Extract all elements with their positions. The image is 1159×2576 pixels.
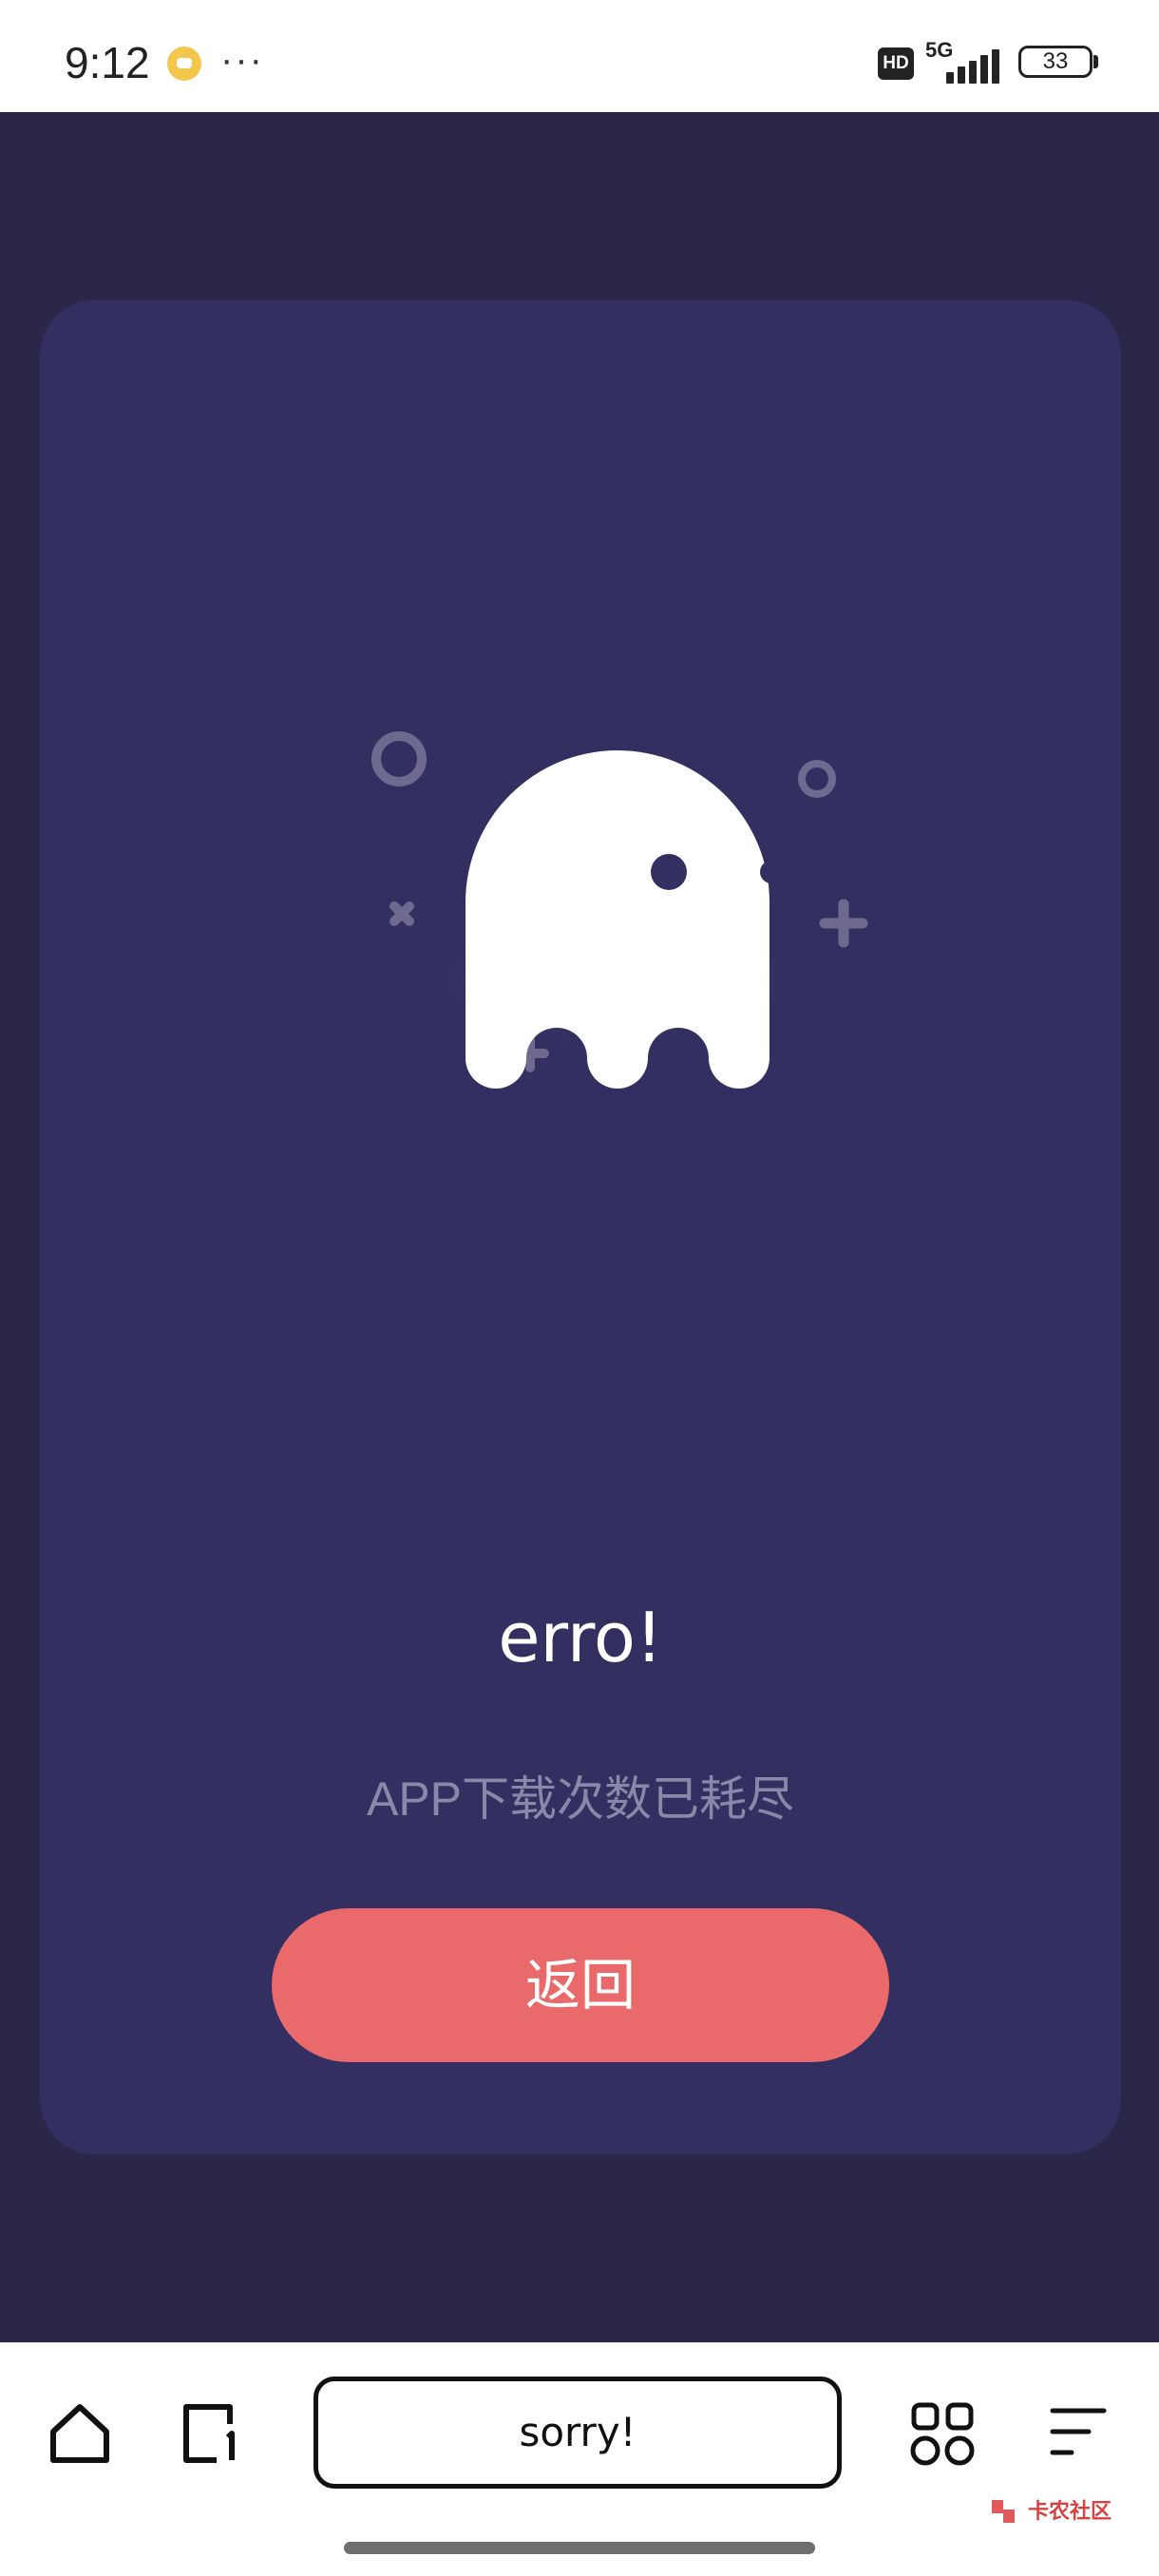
battery-icon: 33 <box>1018 46 1092 78</box>
watermark-logo: 卡农社区 <box>988 2494 1112 2532</box>
message-notification-icon <box>167 47 201 81</box>
back-button[interactable]: 返回 <box>272 1908 889 2062</box>
watermark-icon <box>992 2500 1015 2523</box>
tabs-icon[interactable] <box>179 2399 247 2468</box>
plus-decoration-icon <box>819 899 868 948</box>
ring-decoration-icon <box>371 731 427 786</box>
ring-decoration-icon <box>798 760 836 798</box>
status-bar: 9:12 ··· HD 5G 33 <box>0 0 1159 112</box>
ghost-eye <box>760 861 783 883</box>
browser-toolbar: sorry! 卡农社区 <box>0 2342 1159 2576</box>
gesture-handle[interactable] <box>344 2542 815 2554</box>
ghost-body <box>466 750 770 1089</box>
ghost-illustration <box>40 300 1121 1345</box>
more-notifications-icon: ··· <box>220 39 264 81</box>
hd-badge: HD <box>878 47 914 80</box>
apps-icon[interactable] <box>910 2401 977 2468</box>
ghost-icon <box>371 731 868 1089</box>
error-message: APP下载次数已耗尽 <box>366 1772 795 1826</box>
status-time: 9:12 <box>65 38 150 87</box>
error-title: erro! <box>498 1598 663 1677</box>
address-bar[interactable]: sorry! <box>314 2377 842 2489</box>
menu-icon[interactable] <box>1047 2405 1110 2462</box>
ghost-eye <box>651 854 687 890</box>
home-icon[interactable] <box>46 2399 114 2468</box>
battery-tip <box>1093 55 1098 68</box>
watermark-text: 卡农社区 <box>1028 2499 1112 2523</box>
signal-strength-icon <box>927 46 1003 84</box>
cross-decoration-icon <box>390 901 414 926</box>
error-card: erro! APP下载次数已耗尽 返回 <box>40 300 1121 2154</box>
